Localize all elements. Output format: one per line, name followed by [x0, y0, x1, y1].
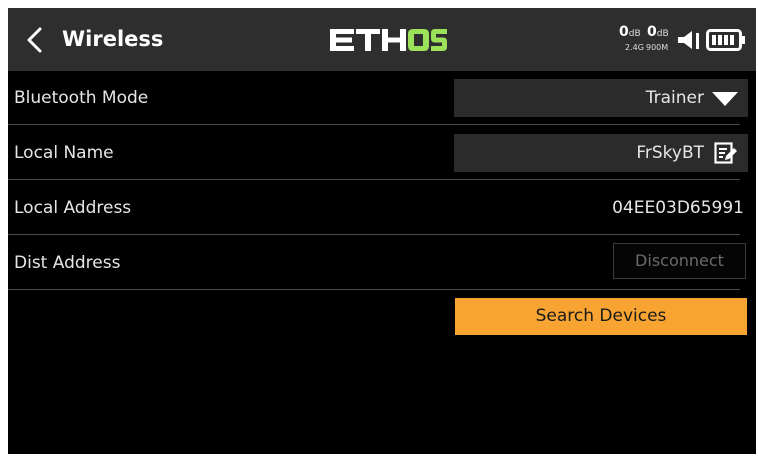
- search-devices-button[interactable]: Search Devices: [455, 298, 747, 335]
- bluetooth-mode-dropdown[interactable]: Trainer: [454, 79, 748, 117]
- ethos-logo: [330, 29, 447, 51]
- local-address-label: Local Address: [14, 198, 132, 218]
- speaker-icon[interactable]: [676, 30, 700, 50]
- row-local-address: Local Address 04EE03D65991: [8, 181, 756, 236]
- rssi-900-band: 900M: [646, 43, 669, 52]
- battery-icon: [706, 29, 745, 51]
- top-bar: Wireless 0dB 0dB 2.4G 900M: [8, 8, 756, 71]
- dropdown-arrow-icon: [712, 92, 738, 106]
- local-name-label: Local Name: [14, 143, 114, 163]
- disconnect-button[interactable]: Disconnect: [613, 243, 746, 279]
- row-bluetooth-mode: Bluetooth Mode Trainer: [8, 71, 756, 126]
- rssi-24-value: 0dB: [619, 24, 641, 40]
- row-local-name: Local Name FrSkyBT: [8, 126, 756, 181]
- bluetooth-mode-label: Bluetooth Mode: [14, 88, 149, 108]
- rssi-900-value: 0dB: [647, 24, 669, 40]
- local-address-value: 04EE03D65991: [612, 198, 744, 218]
- screen: Wireless 0dB 0dB 2.4G 900M Bluetooth Mod…: [8, 8, 756, 454]
- divider: [8, 234, 740, 235]
- rssi-24-band: 2.4G: [625, 43, 644, 52]
- bluetooth-mode-value: Trainer: [645, 88, 704, 108]
- page-title: Wireless: [62, 27, 164, 51]
- divider: [8, 289, 740, 290]
- back-chevron-icon[interactable]: [22, 26, 50, 54]
- divider: [8, 179, 740, 180]
- edit-icon: [714, 142, 737, 164]
- local-name-value: FrSkyBT: [636, 143, 704, 163]
- divider: [8, 124, 740, 125]
- local-name-field[interactable]: FrSkyBT: [454, 134, 748, 172]
- dist-address-label: Dist Address: [14, 253, 121, 273]
